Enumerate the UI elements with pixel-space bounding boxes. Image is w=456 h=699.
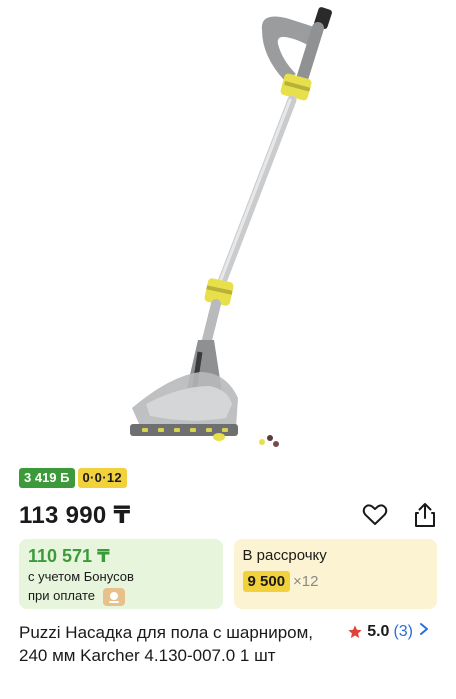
payment-options: 110 571 ₸ с учетом Бонусов при оплате В …: [19, 539, 437, 609]
floor-nozzle-illustration: [130, 7, 332, 447]
bonus-price: 110 571 ₸: [28, 546, 110, 566]
rating-value: 5.0: [367, 622, 390, 640]
share-button[interactable]: [411, 501, 439, 529]
product-price: 113 990 ₸: [19, 501, 131, 529]
price-row: 113 990 ₸: [19, 497, 439, 533]
title-row: Puzzi Насадка для пола с шарниром, 240 м…: [19, 622, 439, 667]
coin-hand-icon: [108, 591, 119, 603]
installment-badge: 0·0·12: [77, 468, 127, 488]
installment-row: 9 500 ×12: [242, 571, 429, 592]
installment-card[interactable]: В рассрочку 9 500 ×12: [233, 539, 437, 609]
badge-row: 3 419 Б 0·0·12: [19, 468, 127, 488]
bonus-badge: 3 419 Б: [19, 468, 75, 488]
bonus-coin-icon: [102, 587, 125, 606]
favorite-button[interactable]: [361, 501, 389, 529]
bonus-note-line1: с учетом Бонусов: [28, 569, 134, 584]
rating-link[interactable]: 5.0 (3): [347, 622, 429, 641]
star-icon: [348, 624, 362, 638]
bonus-note-line2: при оплате: [28, 588, 95, 603]
bonus-price-card[interactable]: 110 571 ₸ с учетом Бонусов при оплате: [19, 539, 223, 609]
installment-multiplier: ×12: [293, 573, 319, 590]
installment-title: В рассрочку: [242, 547, 327, 564]
heart-icon: [362, 504, 388, 525]
product-image[interactable]: [0, 0, 456, 462]
action-buttons: [361, 501, 439, 529]
chevron-right-icon: [419, 622, 429, 641]
share-icon: [415, 503, 435, 527]
product-title: Puzzi Насадка для пола с шарниром, 240 м…: [19, 623, 314, 665]
review-count: (3): [393, 622, 413, 640]
installment-amount: 9 500: [242, 571, 291, 592]
bonus-note-line2-row: при оплате: [28, 586, 214, 606]
